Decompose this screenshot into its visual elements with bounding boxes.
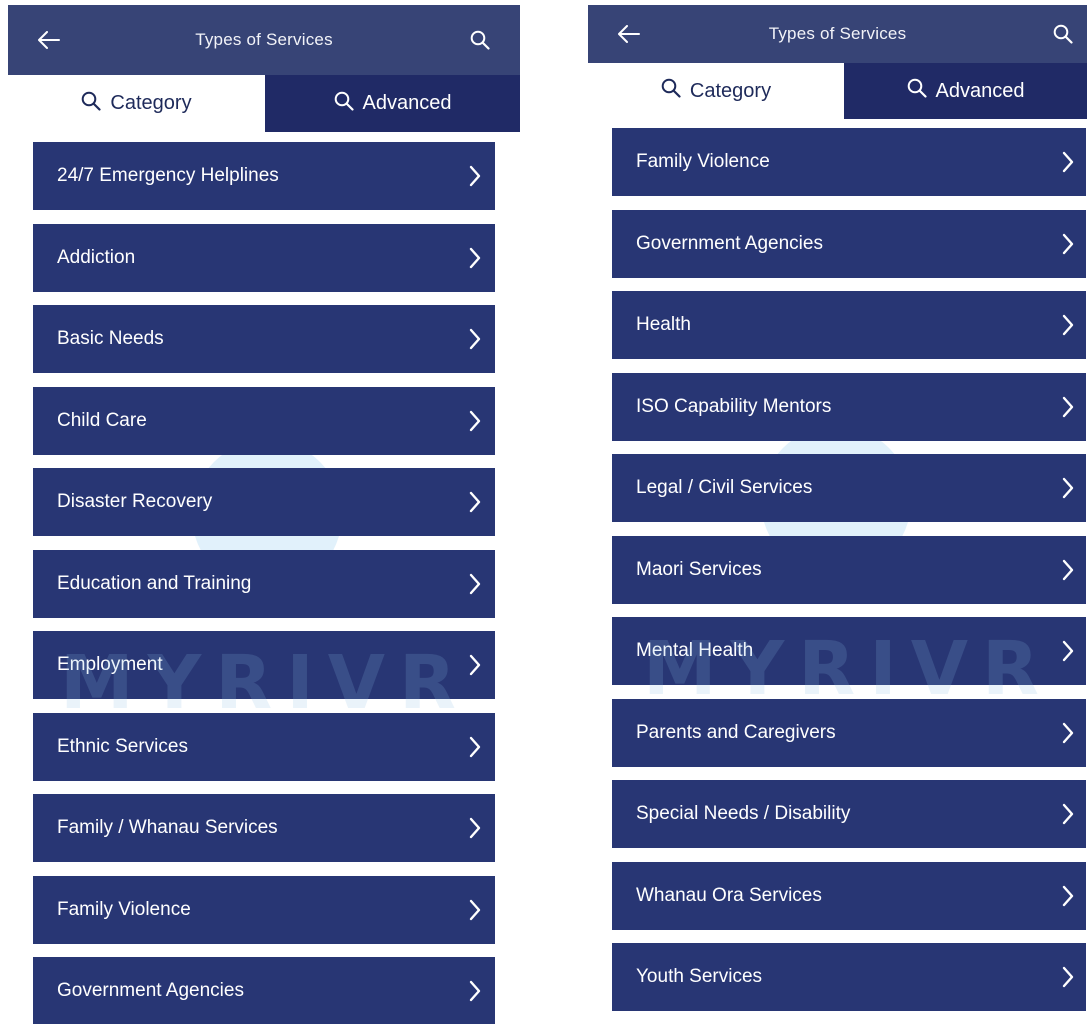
list-item[interactable]: Special Needs / Disability	[612, 780, 1086, 848]
item-label: Child Care	[57, 410, 147, 431]
app-header: Types of Services	[8, 5, 520, 75]
item-label: Government Agencies	[636, 233, 823, 254]
list-item[interactable]: Legal / Civil Services	[612, 454, 1086, 522]
tab-label: Advanced	[935, 79, 1025, 102]
item-label: 24/7 Emergency Helplines	[57, 165, 279, 186]
list-item[interactable]: ISO Capability Mentors	[612, 373, 1086, 441]
list-item[interactable]: Family Violence	[33, 876, 495, 944]
search-icon	[661, 78, 681, 104]
tab-label: Advanced	[362, 92, 452, 114]
tab-advanced[interactable]: Advanced	[265, 75, 520, 132]
chevron-right-icon	[1062, 803, 1074, 825]
app-header: Types of Services	[588, 5, 1087, 63]
back-arrow-icon[interactable]	[618, 25, 640, 43]
search-icon[interactable]	[470, 30, 490, 50]
tab-category[interactable]: Category	[588, 63, 844, 119]
chevron-right-icon	[469, 410, 481, 432]
chevron-right-icon	[1062, 966, 1074, 988]
search-icon	[907, 78, 927, 104]
item-label: Disaster Recovery	[57, 491, 213, 512]
list-item[interactable]: Disaster Recovery	[33, 468, 495, 536]
page-title: Types of Services	[195, 30, 333, 49]
chevron-right-icon	[1062, 559, 1074, 581]
item-label: Government Agencies	[57, 980, 244, 1001]
chevron-right-icon	[469, 247, 481, 269]
chevron-right-icon	[1062, 640, 1074, 662]
chevron-right-icon	[469, 654, 481, 676]
chevron-right-icon	[1062, 233, 1074, 255]
item-label: Education and Training	[57, 573, 252, 594]
chevron-right-icon	[469, 328, 481, 350]
item-label: Youth Services	[636, 966, 763, 987]
list-item[interactable]: Basic Needs	[33, 305, 495, 373]
item-label: Employment	[57, 654, 163, 675]
chevron-right-icon	[469, 980, 481, 1002]
search-icon	[81, 91, 102, 117]
back-arrow-icon[interactable]	[38, 31, 60, 49]
list-item[interactable]: Child Care	[33, 387, 495, 455]
list-item[interactable]: Maori Services	[612, 536, 1086, 604]
chevron-right-icon	[469, 817, 481, 839]
list-item[interactable]: Health	[612, 291, 1086, 359]
list-item[interactable]: Government Agencies	[33, 957, 495, 1024]
chevron-right-icon	[469, 736, 481, 758]
item-label: Whanau Ora Services	[636, 885, 822, 906]
chevron-right-icon	[1062, 477, 1074, 499]
list-item[interactable]: 24/7 Emergency Helplines	[33, 142, 495, 210]
tab-label: Category	[689, 79, 772, 102]
item-label: Special Needs / Disability	[636, 803, 851, 824]
item-label: ISO Capability Mentors	[636, 396, 832, 417]
tab-category[interactable]: Category	[8, 75, 265, 132]
item-label: Parents and Caregivers	[636, 722, 836, 743]
item-label: Family Violence	[57, 899, 191, 920]
chevron-right-icon	[469, 165, 481, 187]
item-label: Health	[636, 314, 691, 335]
tab-bar: Category Advanced	[588, 63, 1087, 119]
list-item[interactable]: Whanau Ora Services	[612, 862, 1086, 930]
search-icon[interactable]	[1053, 24, 1073, 44]
item-label: Family Violence	[636, 151, 770, 172]
item-label: Mental Health	[636, 640, 754, 661]
chevron-right-icon	[1062, 314, 1074, 336]
list-item[interactable]: Addiction	[33, 224, 495, 292]
tab-advanced[interactable]: Advanced	[844, 63, 1087, 119]
list-item[interactable]: Family Violence	[612, 128, 1086, 196]
list-item[interactable]: Ethnic Services	[33, 713, 495, 781]
item-label: Maori Services	[636, 559, 762, 580]
chevron-right-icon	[469, 899, 481, 921]
chevron-right-icon	[1062, 885, 1074, 907]
tab-label: Category	[110, 92, 192, 114]
list-item[interactable]: Employment	[33, 631, 495, 699]
item-label: Ethnic Services	[57, 736, 188, 757]
list-item[interactable]: Government Agencies	[612, 210, 1086, 278]
chevron-right-icon	[1062, 722, 1074, 744]
tab-bar: Category Advanced	[8, 75, 520, 132]
list-item[interactable]: Education and Training	[33, 550, 495, 618]
phone-screen-right: Types of Services Category Advanced Fami…	[583, 0, 1087, 1024]
item-label: Family / Whanau Services	[57, 817, 278, 838]
item-label: Basic Needs	[57, 328, 164, 349]
page-title: Types of Services	[768, 24, 907, 43]
phone-screen-left: Types of Services Category Advanced 24/7…	[0, 0, 530, 1024]
list-item[interactable]: Parents and Caregivers	[612, 699, 1086, 767]
list-item[interactable]: Family / Whanau Services	[33, 794, 495, 862]
list-item[interactable]: Mental Health	[612, 617, 1086, 685]
list-item[interactable]: Youth Services	[612, 943, 1086, 1011]
item-label: Addiction	[57, 247, 136, 268]
chevron-right-icon	[469, 491, 481, 513]
item-label: Legal / Civil Services	[636, 477, 813, 498]
chevron-right-icon	[469, 573, 481, 595]
chevron-right-icon	[1062, 396, 1074, 418]
search-icon	[334, 91, 354, 117]
chevron-right-icon	[1062, 151, 1074, 173]
